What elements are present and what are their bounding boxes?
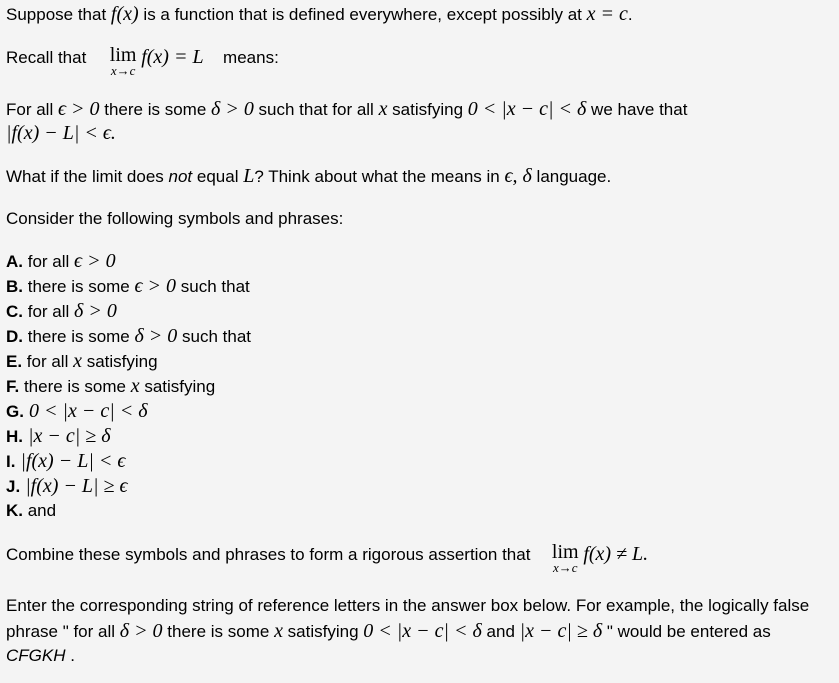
lim-label: lim — [109, 44, 137, 66]
math-expression: 0 < |x − c| < δ — [467, 98, 587, 120]
text: phrase " for all — [6, 622, 120, 641]
text: such that — [176, 277, 250, 296]
option-letter: F. — [6, 377, 20, 396]
math-eps-delta: ϵ, δ — [504, 165, 532, 187]
instructions-line-2: phrase " for all δ > 0 there is some x s… — [6, 619, 771, 644]
math-expression: ϵ > 0 — [74, 250, 116, 272]
option-letter: C. — [6, 302, 23, 321]
math-expression: δ > 0 — [134, 325, 178, 347]
math-expression: |f(x) − L| < ϵ — [15, 450, 126, 472]
math-expression: δ > 0 — [119, 620, 163, 642]
text: " would be entered as — [602, 622, 771, 641]
option-letter: H. — [6, 427, 23, 446]
option-item: F. there is some x satisfying — [6, 374, 215, 399]
definition-line-2: |f(x) − L| < ϵ. — [6, 121, 116, 146]
text: there is some — [23, 277, 135, 296]
lim-label: lim — [551, 541, 579, 563]
math-expression: δ > 0 — [211, 98, 254, 120]
text: we have that — [586, 100, 688, 119]
math-fx: f(x) — [110, 3, 139, 25]
text: means: — [223, 48, 279, 67]
option-letter: A. — [6, 252, 23, 271]
definition-line-1: For all ϵ > 0 there is some δ > 0 such t… — [6, 97, 687, 122]
text: Recall that — [6, 48, 87, 67]
math-limit-neq: f(x) ≠ L. — [583, 543, 649, 565]
math-expression: x — [130, 375, 140, 397]
option-letter: K. — [6, 501, 23, 520]
option-item: K. and — [6, 499, 56, 523]
recall-paragraph: Recall that lim x→c f(x) = L means: — [6, 45, 279, 77]
option-item: G. 0 < |x − c| < δ — [6, 399, 148, 424]
text: Suppose that — [6, 5, 111, 24]
text: Consider the following symbols and phras… — [6, 209, 344, 228]
option-letter: B. — [6, 277, 23, 296]
math-abs-fx-L: |f(x) − L| < ϵ. — [6, 122, 116, 144]
math-expression: |x − c| ≥ δ — [23, 425, 111, 447]
text: there is some — [162, 622, 275, 641]
text: What if the limit does — [6, 167, 169, 186]
text: satisfying — [139, 377, 216, 396]
math-limit-eq: f(x) = L — [141, 46, 204, 68]
text: there is some — [99, 100, 212, 119]
text: satisfying — [387, 100, 468, 119]
option-item: D. there is some δ > 0 such that — [6, 324, 251, 349]
lim-subscript: x→c — [552, 560, 578, 575]
text: is a function that is defined everywhere… — [138, 5, 587, 24]
text: there is some — [19, 377, 131, 396]
emphasis-not: not — [168, 167, 193, 186]
text: and — [23, 501, 57, 520]
text: there is some — [23, 327, 135, 346]
limit-expression: lim x→c — [552, 542, 579, 574]
text: satisfying — [282, 622, 364, 641]
option-letter: D. — [6, 327, 23, 346]
text: Enter the corresponding string of refere… — [6, 596, 810, 615]
math-expression: x — [73, 350, 82, 372]
math-expression: x — [274, 620, 283, 642]
option-item: A. for all ϵ > 0 — [6, 249, 116, 274]
text: such that — [177, 327, 252, 346]
text: language. — [531, 167, 612, 186]
math-expression: ϵ > 0 — [134, 275, 177, 297]
limit-expression: lim x→c — [110, 45, 137, 77]
problem-text: Suppose that f(x) is a function that is … — [0, 0, 839, 683]
math-expression: |f(x) − L| ≥ ϵ — [20, 475, 128, 497]
text: for all — [22, 352, 74, 371]
text: . — [627, 5, 633, 24]
option-letter: E. — [6, 352, 23, 371]
option-letter: J. — [6, 477, 21, 496]
option-item: I. |f(x) − L| < ϵ — [6, 449, 125, 474]
combine-paragraph: Combine these symbols and phrases to for… — [6, 542, 648, 574]
option-item: C. for all δ > 0 — [6, 299, 117, 324]
math-L: L — [243, 165, 255, 187]
text: equal — [192, 167, 244, 186]
option-item: E. for all x satisfying — [6, 349, 158, 374]
text: for all — [23, 252, 75, 271]
text: and — [481, 622, 520, 641]
option-item: B. there is some ϵ > 0 such that — [6, 274, 250, 299]
math-expression: δ > 0 — [74, 300, 117, 322]
instructions-line-3: CFGKH . — [6, 644, 75, 668]
option-letter: G. — [6, 402, 24, 421]
option-item: H. |x − c| ≥ δ — [6, 424, 111, 449]
math-x-eq-c: x = c — [586, 3, 628, 25]
math-expression: |x − c| ≥ δ — [519, 620, 603, 642]
text: . — [65, 646, 75, 665]
intro-paragraph: Suppose that f(x) is a function that is … — [6, 2, 633, 27]
math-expression: 0 < |x − c| < δ — [363, 620, 482, 642]
text: such that for all — [253, 100, 379, 119]
math-expression: ϵ > 0 — [57, 98, 100, 120]
text: satisfying — [81, 352, 158, 371]
consider-paragraph: Consider the following symbols and phras… — [6, 207, 343, 231]
example-answer: CFGKH — [6, 646, 66, 665]
question-paragraph: What if the limit does not equal L? Thin… — [6, 164, 611, 189]
text: for all — [23, 302, 75, 321]
text: ? Think about what the means in — [254, 167, 505, 186]
text: For all — [6, 100, 58, 119]
instructions-line-1: Enter the corresponding string of refere… — [6, 594, 809, 618]
option-item: J. |f(x) − L| ≥ ϵ — [6, 474, 128, 499]
lim-subscript: x→c — [110, 63, 136, 78]
math-expression: 0 < |x − c| < δ — [23, 400, 148, 422]
text: Combine these symbols and phrases to for… — [6, 545, 531, 564]
